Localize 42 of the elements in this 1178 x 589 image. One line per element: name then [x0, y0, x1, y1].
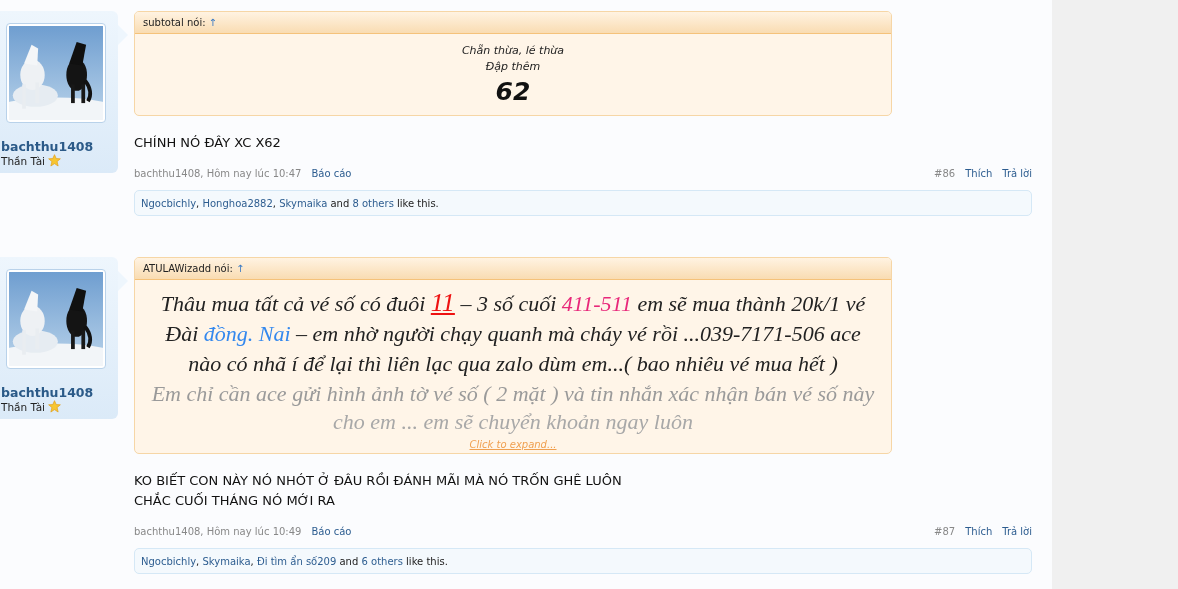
post-byline: bachthu1408, Hôm nay lúc 10:47 [134, 167, 302, 179]
likes-summary: Ngocbichly, Honghoa2882, Skymaika and 8 others like this. [141, 197, 439, 209]
message-text: CHÍNH NÓ ĐÂY XC X62 [134, 134, 281, 152]
username-link[interactable]: bachthu1408 [1, 139, 118, 154]
jump-link[interactable]: ↑ [235, 263, 245, 274]
report-link[interactable]: Báo cáo [311, 525, 352, 537]
like-link[interactable]: Thích [965, 525, 993, 537]
quote-text: Chẵn thừa, lé thừa [460, 43, 566, 59]
post-byline: bachthu1408, Hôm nay lúc 10:49 [134, 525, 302, 537]
message-text: CHẮC CUỐI THÁNG NÓ MỚI RA [134, 491, 335, 510]
username-link[interactable]: bachthu1408 [1, 385, 118, 400]
post-number-link[interactable]: #86 [934, 167, 956, 179]
quote-text: cho em ... em sẽ chuyển khoản ngay luôn [332, 409, 694, 435]
liker-link[interactable]: Ngocbichly [141, 555, 197, 567]
quote-text: Đập thêm [484, 59, 542, 75]
highlighted-text: 11 [430, 288, 455, 317]
likes-summary: Ngocbichly, Skymaika, Đi tìm ẩn số209 and 6 others like this. [141, 555, 448, 567]
liker-link[interactable]: Skymaika [279, 197, 328, 209]
report-link[interactable]: Báo cáo [311, 167, 352, 179]
quote-text: Em chỉ cần ace gửi hình ảnh tờ vé số ( 2 mặt ) và tin nhắn xác nhận bán vé số này [150, 380, 876, 408]
user-title: Thần Tài [1, 400, 46, 413]
quote-attribution: ATULAWizadd nói: [143, 263, 233, 274]
quote-text: nào có nhã í để lại thì liên lạc qua zalo dùm em...( bao nhiêu vé mua hết ) [187, 350, 839, 378]
highlighted-text: 411-511 [561, 291, 632, 316]
star-icon [48, 154, 62, 167]
quote-text: Thâu mua tất cả vé số có đuôi 11 – 3 số cuối 411-511 em sẽ mua thành 20k/1 vé [159, 288, 867, 319]
liker-link[interactable]: Honghoa2882 [202, 197, 273, 209]
quote-number: 62 [494, 76, 532, 108]
highlighted-text: đồng. Nai [203, 321, 291, 346]
jump-link[interactable]: ↑ [208, 17, 217, 28]
liker-link[interactable]: 8 others [352, 197, 394, 209]
message-text: KO BIẾT CON NÀY NÓ NHÓT Ở ĐÂU RỒI ĐÁNH MÃI MÀ NÓ TRỐN GHÊ LUÔN [134, 471, 622, 490]
quote-text: Đài đồng. Nai – em nhờ người chạy quanh mà cháy vé rồi ...039-7171-506 ace [164, 320, 862, 348]
user-title: Thần Tài [1, 154, 46, 167]
quote-attribution: subtotal nói: [143, 17, 206, 28]
liker-link[interactable]: Ngocbichly [141, 197, 197, 209]
reply-link[interactable]: Trả lời [1002, 167, 1032, 179]
liker-link[interactable]: Đi tìm ẩn số209 [256, 555, 337, 567]
liker-link[interactable]: 6 others [361, 555, 403, 567]
reply-link[interactable]: Trả lời [1002, 525, 1032, 537]
liker-link[interactable]: Skymaika [202, 555, 251, 567]
like-link[interactable]: Thích [965, 167, 993, 179]
